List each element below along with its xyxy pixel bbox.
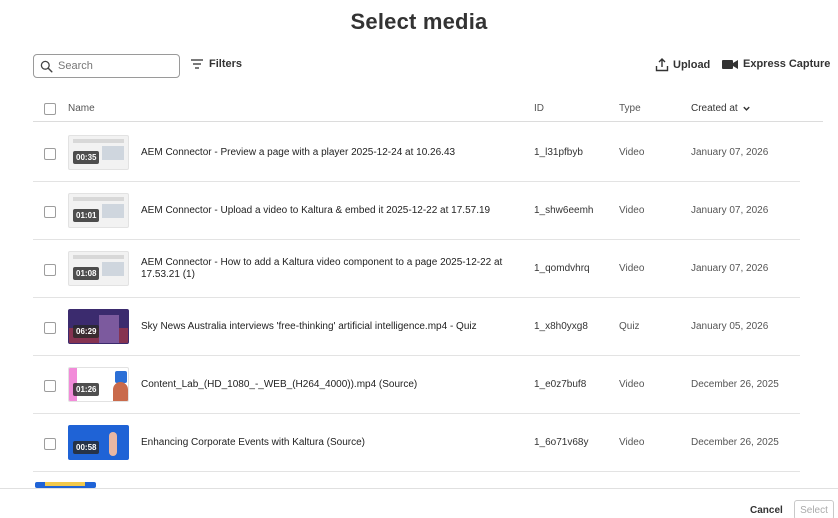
row-checkbox[interactable]	[44, 148, 56, 160]
table-row[interactable]: 01:26 Content_Lab_(HD_1080_-_WEB_(H264_4…	[33, 356, 800, 414]
media-name: Sky News Australia interviews 'free-thin…	[141, 321, 477, 332]
thumbnail: 00:35	[68, 135, 129, 170]
row-checkbox[interactable]	[44, 380, 56, 392]
media-name: Enhancing Corporate Events with Kaltura …	[141, 437, 366, 448]
select-button[interactable]: Select	[794, 500, 834, 518]
media-type: Video	[619, 437, 645, 448]
table-header: Name ID Type Created at	[33, 98, 823, 122]
cancel-button[interactable]: Cancel	[750, 505, 783, 516]
created-date: January 07, 2026	[691, 205, 769, 216]
row-checkbox[interactable]	[44, 206, 56, 218]
media-id: 1_shw6eemh	[534, 205, 594, 216]
media-type: Video	[619, 205, 645, 216]
media-id: 1_qomdvhrq	[534, 263, 590, 274]
row-checkbox[interactable]	[44, 438, 56, 450]
media-type: Video	[619, 263, 645, 274]
media-name: AEM Connector - Preview a page with a pl…	[141, 147, 456, 158]
filter-icon	[191, 59, 203, 69]
express-capture-label: Express Capture	[743, 58, 831, 70]
search-icon	[40, 60, 53, 73]
column-header-created[interactable]: Created at	[691, 103, 751, 114]
table-row[interactable]: 00:35 AEM Connector - Preview a page wit…	[33, 124, 800, 182]
media-type: Video	[619, 379, 645, 390]
created-date: January 07, 2026	[691, 263, 769, 274]
row-checkbox[interactable]	[44, 264, 56, 276]
media-name: AEM Connector - How to add a Kaltura vid…	[141, 257, 503, 280]
thumbnail: 06:29	[68, 309, 129, 344]
thumbnail: 01:26	[68, 367, 129, 402]
thumbnail: 00:58	[68, 425, 129, 460]
duration-badge: 00:35	[73, 151, 100, 164]
dialog-title: Select media	[350, 9, 488, 34]
created-date: January 05, 2026	[691, 321, 769, 332]
upload-icon	[655, 58, 669, 72]
express-capture-button[interactable]: Express Capture	[722, 58, 830, 70]
column-header-name[interactable]: Name	[68, 103, 95, 114]
table-row[interactable]: 00:58 Enhancing Corporate Events with Ka…	[33, 414, 800, 472]
thumbnail: 01:08	[68, 251, 129, 286]
media-type: Video	[619, 147, 645, 158]
thumbnail: 01:01	[68, 193, 129, 228]
upload-button[interactable]: Upload	[655, 58, 710, 72]
media-name: AEM Connector - Upload a video to Kaltur…	[141, 205, 491, 216]
media-name: Content_Lab_(HD_1080_-_WEB_(H264_4000)).…	[141, 379, 418, 390]
media-id: 1_l31pfbyb	[534, 147, 583, 158]
filters-button[interactable]: Filters	[191, 58, 242, 70]
column-header-id[interactable]: ID	[534, 103, 544, 114]
select-all-checkbox[interactable]	[44, 103, 56, 115]
table-row[interactable]: 01:01 AEM Connector - Upload a video to …	[33, 182, 800, 240]
created-date: December 26, 2025	[691, 437, 779, 448]
duration-badge: 01:01	[73, 209, 100, 222]
created-date: January 07, 2026	[691, 147, 769, 158]
row-checkbox[interactable]	[44, 322, 56, 334]
search-input[interactable]	[58, 60, 168, 72]
duration-badge: 06:29	[73, 325, 100, 338]
media-id: 1_6o71v68y	[534, 437, 589, 448]
filters-label: Filters	[209, 58, 243, 70]
duration-badge: 00:58	[73, 441, 100, 454]
media-id: 1_e0z7buf8	[534, 379, 587, 390]
table-row[interactable]: 01:08 AEM Connector - How to add a Kaltu…	[33, 240, 800, 298]
chevron-down-icon	[742, 106, 750, 111]
column-header-created-label: Created at	[691, 103, 738, 114]
duration-badge: 01:08	[73, 267, 100, 280]
duration-badge: 01:26	[73, 383, 100, 396]
footer-divider	[0, 488, 838, 489]
search-box[interactable]	[33, 54, 180, 78]
camera-icon	[722, 59, 738, 69]
media-id: 1_x8h0yxg8	[534, 321, 588, 332]
upload-label: Upload	[673, 59, 711, 71]
media-type: Quiz	[619, 321, 640, 332]
column-header-type[interactable]: Type	[619, 103, 641, 114]
created-date: December 26, 2025	[691, 379, 779, 390]
table-row[interactable]: 06:29 Sky News Australia interviews 'fre…	[33, 298, 800, 356]
